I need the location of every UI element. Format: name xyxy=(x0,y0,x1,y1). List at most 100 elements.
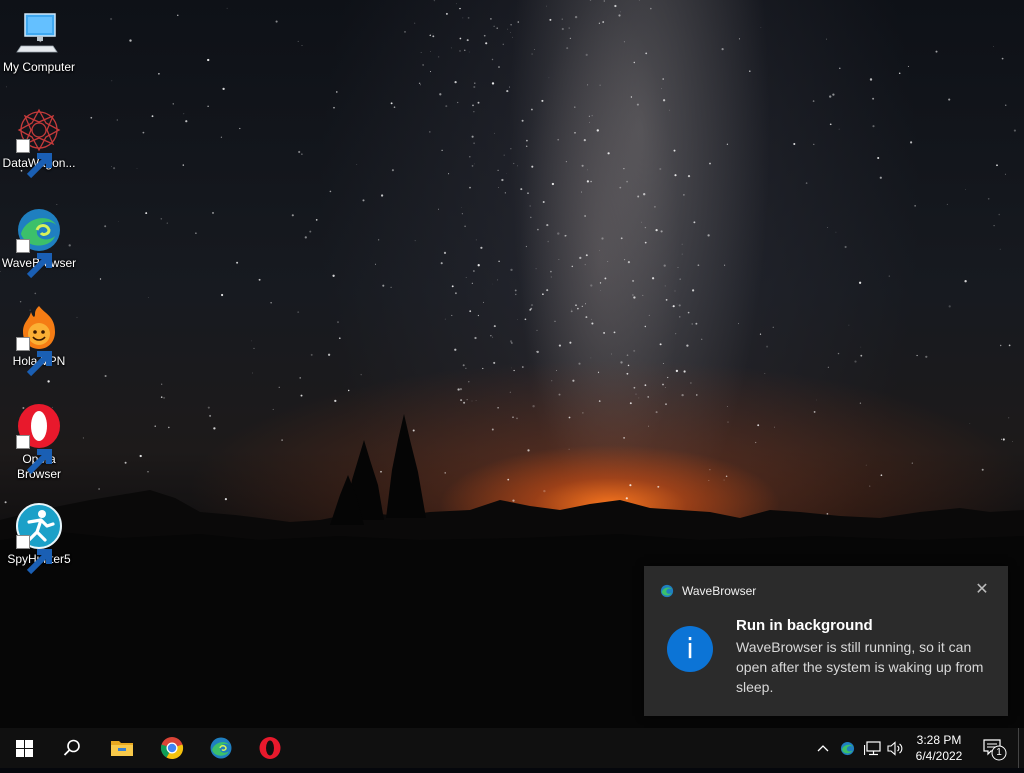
taskbar: 3:28 PM 6/4/2022 1 xyxy=(0,728,1024,768)
star xyxy=(490,335,491,336)
notification-toast[interactable]: WaveBrowser ✕ i Run in background WaveBr… xyxy=(644,566,1008,716)
star xyxy=(559,394,561,396)
star xyxy=(624,259,625,260)
star xyxy=(445,319,446,320)
star xyxy=(6,87,7,88)
tray-volume[interactable] xyxy=(886,728,904,768)
star xyxy=(582,165,584,167)
wavebrowser-icon xyxy=(660,584,674,598)
star xyxy=(585,316,587,318)
tray-network[interactable] xyxy=(862,728,882,768)
star xyxy=(478,102,480,104)
tray-wavebrowser[interactable] xyxy=(838,728,856,768)
show-desktop-button[interactable] xyxy=(1018,728,1024,768)
star xyxy=(490,18,492,20)
desktop-icon-hola-vpn[interactable]: Hola VPN xyxy=(0,304,78,369)
star xyxy=(478,264,480,266)
star xyxy=(626,373,628,375)
star xyxy=(505,192,506,193)
star xyxy=(492,59,493,60)
star xyxy=(530,217,532,219)
show-hidden-icons-button[interactable] xyxy=(814,728,832,768)
taskbar-chrome[interactable] xyxy=(148,728,196,768)
star xyxy=(586,54,588,56)
star xyxy=(552,183,554,185)
star xyxy=(239,128,240,129)
star xyxy=(993,46,994,47)
star xyxy=(301,395,303,397)
star xyxy=(531,53,533,55)
star xyxy=(964,280,966,282)
star xyxy=(698,264,700,266)
star xyxy=(667,377,668,378)
star xyxy=(633,350,635,352)
star xyxy=(672,306,673,307)
star xyxy=(832,93,834,95)
star xyxy=(444,252,446,254)
star xyxy=(483,302,484,303)
taskbar-clock[interactable]: 3:28 PM 6/4/2022 xyxy=(908,732,970,764)
search-button[interactable] xyxy=(48,728,96,768)
star xyxy=(839,129,840,130)
star xyxy=(297,311,299,313)
star xyxy=(439,93,441,95)
star xyxy=(632,294,634,296)
star xyxy=(227,8,228,9)
star xyxy=(549,19,551,21)
star xyxy=(143,132,145,134)
desktop-icon-my-computer[interactable]: My Computer xyxy=(0,10,78,75)
star xyxy=(877,157,879,159)
close-icon[interactable]: ✕ xyxy=(974,582,990,598)
star xyxy=(259,279,261,281)
star xyxy=(476,239,477,240)
star xyxy=(993,225,994,226)
taskbar-wavebrowser[interactable] xyxy=(197,728,245,768)
desktop-icon-opera[interactable]: Opera Browser xyxy=(0,402,78,482)
star xyxy=(498,187,499,188)
star xyxy=(660,343,662,345)
star xyxy=(328,354,330,356)
star xyxy=(679,278,681,280)
star xyxy=(1002,58,1004,60)
action-center-button[interactable]: 1 xyxy=(978,728,1010,768)
star xyxy=(305,236,307,238)
star xyxy=(542,293,544,295)
star xyxy=(570,38,571,39)
star xyxy=(421,52,422,53)
taskbar-opera[interactable] xyxy=(246,728,294,768)
taskbar-file-explorer[interactable] xyxy=(98,728,146,768)
star xyxy=(517,319,518,320)
star xyxy=(636,394,637,395)
star xyxy=(638,397,639,398)
star xyxy=(854,361,856,363)
star xyxy=(251,341,252,342)
start-button[interactable] xyxy=(0,728,48,768)
star xyxy=(652,277,654,279)
star xyxy=(581,192,582,193)
star xyxy=(469,52,470,53)
star xyxy=(599,23,600,24)
desktop-icon-spyhunter[interactable]: SpyHunter5 xyxy=(0,502,78,567)
star xyxy=(549,77,550,78)
star xyxy=(433,33,434,34)
star xyxy=(709,163,711,165)
star xyxy=(739,38,740,39)
star xyxy=(546,6,547,7)
star xyxy=(530,206,531,207)
star xyxy=(859,282,861,284)
star xyxy=(619,187,621,189)
desktop-icon-datawagon[interactable]: DataWagon... xyxy=(0,106,78,171)
star xyxy=(473,86,475,88)
star xyxy=(163,397,165,399)
star xyxy=(872,125,874,127)
star xyxy=(517,21,519,23)
star xyxy=(624,41,625,42)
search-icon xyxy=(63,739,81,757)
star xyxy=(522,366,524,368)
star xyxy=(461,207,462,208)
star xyxy=(665,387,666,388)
desktop-icon-wavebrowser[interactable]: WaveBrowser xyxy=(0,206,78,271)
star xyxy=(415,240,416,241)
star xyxy=(686,344,688,346)
star xyxy=(525,318,527,320)
